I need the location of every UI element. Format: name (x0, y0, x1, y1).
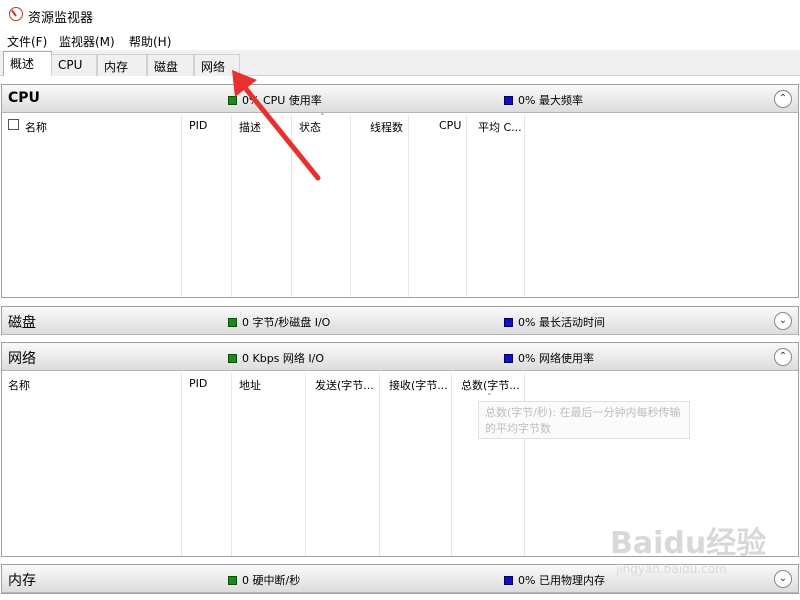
disk-active-time-stat: 0% 最长活动时间 (504, 314, 605, 330)
memory-section-title: 内存 (8, 573, 36, 589)
expand-chevron-down-icon[interactable]: ⌄ (774, 312, 792, 330)
green-indicator-icon (228, 318, 237, 327)
blue-indicator-icon (504, 354, 513, 363)
disk-section: 磁盘 0 字节/秒磁盘 I/O 0% 最长活动时间 ⌄ (1, 306, 799, 335)
network-usage-stat: 0% 网络使用率 (504, 350, 594, 366)
col-name[interactable]: 名称 (25, 119, 47, 135)
network-section-title: 网络 (8, 351, 36, 367)
network-usage-value: 0% 网络使用率 (518, 352, 594, 365)
column-divider (350, 115, 351, 297)
column-divider (379, 373, 380, 556)
green-indicator-icon (228, 354, 237, 363)
column-divider (451, 373, 452, 556)
hard-faults-value: 0 硬中断/秒 (242, 574, 301, 587)
column-divider (305, 373, 306, 556)
column-divider (181, 373, 182, 556)
disk-active-time-value: 0% 最长活动时间 (518, 316, 605, 329)
tab-bar: 概述 CPU 内存 磁盘 网络 (0, 50, 800, 76)
menu-monitor[interactable]: 监视器(M) (59, 33, 115, 50)
cpu-section-title: CPU (8, 90, 40, 106)
column-divider (291, 115, 292, 297)
green-indicator-icon (228, 576, 237, 585)
column-divider (408, 115, 409, 297)
resource-monitor-icon (9, 7, 23, 21)
physical-memory-value: 0% 已用物理内存 (518, 574, 605, 587)
sort-caret-icon: ⌃ (319, 112, 326, 121)
network-section-header[interactable]: 网络 0 Kbps 网络 I/O 0% 网络使用率 ⌃ (2, 343, 798, 371)
tab-memory[interactable]: 内存 (97, 54, 147, 76)
cpu-section: CPU 0% CPU 使用率 0% 最大频率 ⌃ 名称 PID 描述 状态 ⌃ … (1, 84, 799, 298)
cpu-usage-value: 0% CPU 使用率 (242, 94, 322, 107)
column-divider (231, 115, 232, 297)
tab-network[interactable]: 网络 (194, 54, 240, 76)
cpu-frequency-stat: 0% 最大频率 (504, 92, 583, 108)
column-divider (181, 115, 182, 297)
col-description[interactable]: 描述 (239, 119, 261, 135)
tab-cpu-label: CPU (58, 58, 83, 72)
col-status[interactable]: 状态 (299, 119, 321, 135)
tab-overview[interactable]: 概述 (3, 51, 52, 76)
green-indicator-icon (228, 96, 237, 105)
cpu-usage-stat: 0% CPU 使用率 (228, 92, 322, 108)
cpu-section-header[interactable]: CPU 0% CPU 使用率 0% 最大频率 ⌃ (2, 85, 798, 113)
column-divider (466, 115, 467, 297)
watermark-url: jingyan.baidu.com (616, 562, 727, 576)
blue-indicator-icon (504, 96, 513, 105)
menu-bar: 文件(F) 监视器(M) 帮助(H) (0, 30, 800, 50)
column-divider (231, 373, 232, 556)
tab-cpu[interactable]: CPU (51, 54, 97, 76)
menu-file[interactable]: 文件(F) (7, 33, 47, 50)
blue-indicator-icon (504, 576, 513, 585)
watermark-brand: Baidu经验 (610, 526, 767, 561)
column-tooltip: 总数(字节/秒): 在最后一分钟内每秒传输的平均字节数 (478, 401, 690, 439)
tab-disk[interactable]: 磁盘 (147, 54, 194, 76)
collapse-chevron-up-icon[interactable]: ⌃ (774, 348, 792, 366)
sort-caret-icon: ⌄ (486, 388, 493, 397)
col-address[interactable]: 地址 (239, 377, 261, 393)
col-pid[interactable]: PID (189, 119, 207, 132)
col-threads[interactable]: 线程数 (370, 119, 403, 135)
col-pid[interactable]: PID (189, 377, 207, 390)
tab-overview-label: 概述 (10, 57, 35, 71)
column-divider (524, 115, 525, 297)
physical-memory-stat: 0% 已用物理内存 (504, 572, 605, 588)
tab-memory-label: 内存 (104, 60, 129, 74)
disk-section-title: 磁盘 (8, 315, 36, 331)
col-send[interactable]: 发送(字节... (315, 377, 374, 393)
network-io-stat: 0 Kbps 网络 I/O (228, 350, 324, 366)
collapse-chevron-up-icon[interactable]: ⌃ (774, 90, 792, 108)
blue-indicator-icon (504, 318, 513, 327)
cpu-frequency-value: 0% 最大频率 (518, 94, 583, 107)
col-name[interactable]: 名称 (8, 377, 30, 393)
disk-section-header[interactable]: 磁盘 0 字节/秒磁盘 I/O 0% 最长活动时间 ⌄ (2, 307, 798, 335)
expand-chevron-down-icon[interactable]: ⌄ (774, 570, 792, 588)
col-receive[interactable]: 接收(字节... (389, 377, 448, 393)
tab-disk-label: 磁盘 (154, 60, 179, 74)
col-cpu[interactable]: CPU (439, 119, 461, 132)
col-avg-cpu[interactable]: 平均 C... (478, 119, 522, 135)
tab-network-label: 网络 (201, 60, 226, 74)
hard-faults-stat: 0 硬中断/秒 (228, 572, 300, 588)
network-io-value: 0 Kbps 网络 I/O (242, 352, 325, 365)
disk-io-value: 0 字节/秒磁盘 I/O (242, 316, 331, 329)
title-bar: 资源监视器 (0, 0, 800, 30)
disk-io-stat: 0 字节/秒磁盘 I/O (228, 314, 330, 330)
select-all-checkbox[interactable] (8, 119, 19, 130)
menu-help[interactable]: 帮助(H) (129, 33, 171, 50)
window-title: 资源监视器 (28, 11, 94, 26)
